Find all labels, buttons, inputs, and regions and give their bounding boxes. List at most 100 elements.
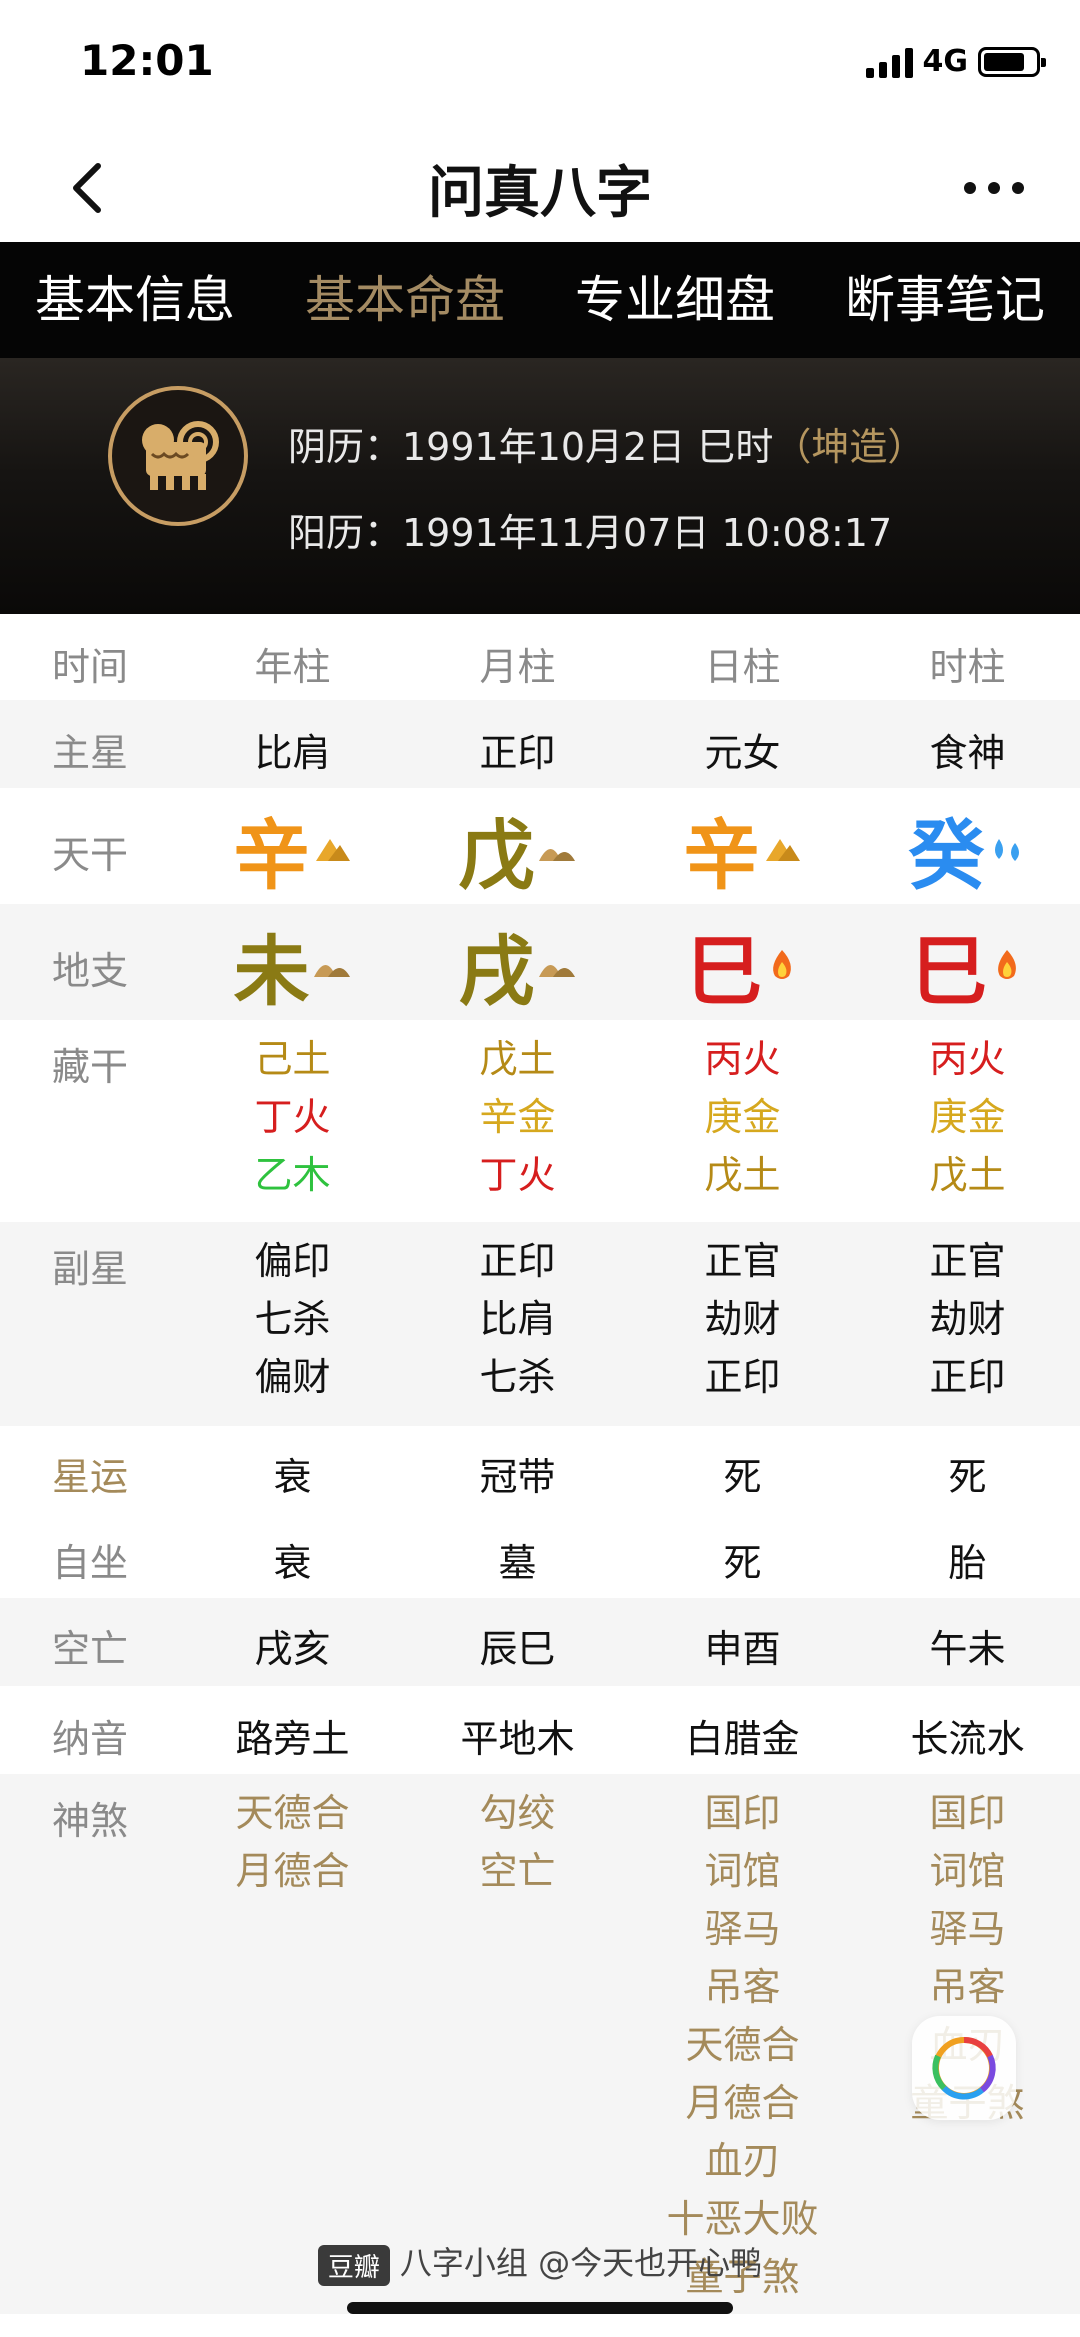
col-label-time: 时间: [51, 645, 128, 689]
canggan-item: 丁火: [254, 1095, 331, 1139]
fuxing-item: 七杀: [479, 1355, 556, 1399]
fuxing-item: 正官: [929, 1239, 1006, 1283]
fuxing-item: 正印: [929, 1355, 1006, 1399]
fuxing-item: 偏财: [254, 1355, 331, 1399]
shensha-item: 词馆: [704, 1849, 781, 1893]
shensha-item: 月德合: [685, 2081, 800, 2125]
fuxing-item: 正印: [704, 1355, 781, 1399]
earth-icon: [538, 965, 575, 977]
xingyun-hour: 死: [948, 1455, 987, 1499]
row-label: 藏干: [51, 1045, 128, 1089]
dizhi-char: 巳: [686, 927, 763, 1016]
signal-icon: [865, 46, 913, 78]
goat-zodiac-icon: [108, 386, 248, 526]
row-label: 纳音: [51, 1717, 128, 1761]
canggan-item: 庚金: [929, 1095, 1006, 1139]
row-nayin: 纳音 路旁土 平地木 白腊金 长流水: [0, 1686, 1080, 1774]
nayin-month: 平地木: [460, 1717, 575, 1761]
kongwang-month: 辰巳: [479, 1627, 556, 1671]
dizhi-char: 未: [233, 927, 310, 1016]
earth-icon: [538, 849, 575, 861]
shensha-item: 驿马: [929, 1907, 1006, 1951]
canggan-item: 丁火: [479, 1153, 556, 1197]
dizhi-char: 巳: [911, 927, 988, 1016]
nayin-year: 路旁土: [235, 1717, 350, 1761]
nayin-hour: 长流水: [910, 1717, 1025, 1761]
dizhi-hour: 巳: [855, 910, 1080, 1020]
row-label: 副星: [51, 1247, 128, 1291]
floating-shutter-button[interactable]: [912, 2016, 1016, 2120]
fuxing-month: 正印 比肩 七杀: [405, 1232, 630, 1406]
zizuo-year: 衰: [273, 1541, 312, 1585]
canggan-item: 乙木: [254, 1153, 331, 1197]
gold-icon: [765, 839, 800, 861]
row-label: 神煞: [51, 1799, 128, 1843]
profile-header: 阴历：1991年10月2日 巳时（坤造） 阳历：1991年11月07日 10:0…: [0, 358, 1080, 614]
shensha-item: 天德合: [685, 2023, 800, 2067]
network-label: 4G: [922, 44, 969, 79]
fuxing-day: 正官 劫财 正印: [630, 1232, 855, 1406]
aperture-icon: [932, 2037, 996, 2100]
lunar-date: 阴历：1991年10月2日 巳时（坤造）: [288, 416, 925, 471]
lunar-date-text: 阴历：1991年10月2日 巳时: [288, 425, 774, 469]
tab-basic-chart[interactable]: 基本命盘: [270, 242, 540, 358]
canggan-hour: 丙火 庚金 戊土: [855, 1030, 1080, 1204]
xingyun-day: 死: [723, 1455, 762, 1499]
gender-tag: （坤造）: [773, 425, 926, 469]
fuxing-item: 劫财: [929, 1297, 1006, 1341]
more-icon[interactable]: [964, 182, 1024, 194]
zizuo-hour: 胎: [948, 1541, 987, 1585]
tab-bar: 基本信息 基本命盘 专业细盘 断事笔记: [0, 242, 1080, 358]
row-xingyun: 星运 衰 冠带 死 死: [0, 1426, 1080, 1512]
gold-icon: [315, 839, 350, 861]
row-fuxing: 副星 偏印 七杀 偏财 正印 比肩 七杀 正官 劫财 正印 正官 劫财 正印: [0, 1222, 1080, 1426]
row-label: 主星: [51, 731, 128, 775]
shensha-item: 吊客: [929, 1965, 1006, 2009]
solar-date: 阳历：1991年11月07日 10:08:17: [288, 511, 893, 555]
dizhi-year: 未: [180, 910, 405, 1020]
kongwang-year: 戌亥: [254, 1627, 331, 1671]
tab-pro-chart[interactable]: 专业细盘: [540, 242, 810, 358]
canggan-item: 戊土: [479, 1037, 556, 1081]
shensha-item: 词馆: [929, 1849, 1006, 1893]
douban-badge: 豆瓣: [317, 2244, 390, 2286]
shensha-item: 驿马: [704, 1907, 781, 1951]
row-canggan: 藏干 己土 丁火 乙木 戊土 辛金 丁火 丙火 庚金 戊土 丙火 庚金 戊土: [0, 1020, 1080, 1222]
fuxing-year: 偏印 七杀 偏财: [180, 1232, 405, 1406]
shensha-item: 国印: [704, 1791, 781, 1835]
fuxing-hour: 正官 劫财 正印: [855, 1232, 1080, 1406]
tiangan-hour: 癸: [855, 794, 1080, 904]
nav-bar: 问真八字: [0, 130, 1080, 242]
earth-icon: [313, 965, 350, 977]
canggan-year: 己土 丁火 乙木: [180, 1030, 405, 1204]
shensha-month: 勾绞 空亡: [405, 1784, 630, 1900]
tiangan-month: 戊: [405, 794, 630, 904]
row-kongwang: 空亡 戌亥 辰巳 申酉 午未: [0, 1598, 1080, 1686]
home-indicator[interactable]: [347, 2302, 733, 2314]
kongwang-hour: 午未: [929, 1627, 1006, 1671]
shensha-item: 国印: [929, 1791, 1006, 1835]
tiangan-char: 辛: [683, 811, 760, 900]
canggan-item: 丙火: [929, 1037, 1006, 1081]
dizhi-month: 戌: [405, 910, 630, 1020]
status-bar: 12:01 4G: [0, 0, 1080, 130]
fuxing-item: 偏印: [254, 1239, 331, 1283]
canggan-day: 丙火 庚金 戊土: [630, 1030, 855, 1204]
tiangan-char: 辛: [233, 811, 310, 900]
canggan-item: 戊土: [704, 1153, 781, 1197]
row-dizhi: 地支 未 戌 巳 巳: [0, 904, 1080, 1020]
status-time: 12:01: [80, 36, 214, 85]
row-label: 地支: [51, 949, 128, 993]
row-label: 天干: [51, 833, 128, 877]
main-star-day: 元女: [704, 731, 781, 775]
canggan-item: 辛金: [479, 1095, 556, 1139]
canggan-item: 庚金: [704, 1095, 781, 1139]
battery-icon: [978, 46, 1046, 77]
main-star-hour: 食神: [929, 731, 1006, 775]
tab-notes[interactable]: 断事笔记: [810, 242, 1080, 358]
shensha-item: 空亡: [479, 1849, 556, 1893]
col-day: 日柱: [704, 645, 781, 689]
fuxing-item: 七杀: [254, 1297, 331, 1341]
tab-basic-info[interactable]: 基本信息: [0, 242, 270, 358]
canggan-item: 己土: [254, 1037, 331, 1081]
